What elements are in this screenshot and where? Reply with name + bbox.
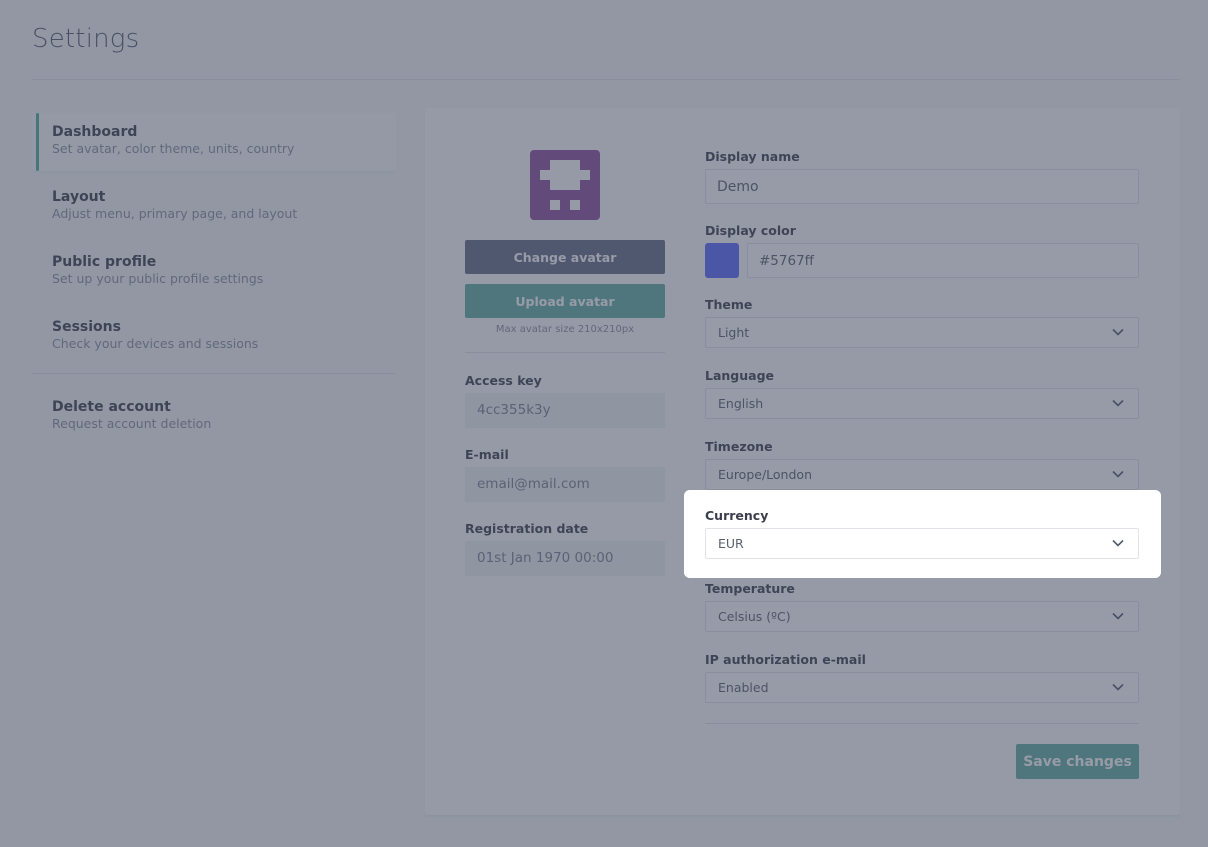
change-avatar-button[interactable]: Change avatar (465, 240, 665, 274)
temperature-select-value: Celsius (ºC) (718, 609, 791, 624)
email-label: E-mail (465, 447, 509, 462)
timezone-select[interactable]: Europe/London (705, 459, 1139, 490)
registration-date-field[interactable]: 01st Jan 1970 00:00 (465, 541, 665, 576)
sidebar-item-description: Set avatar, color theme, units, country (52, 141, 295, 156)
chevron-down-icon (1112, 683, 1124, 691)
avatar-size-hint: Max avatar size 210x210px (495, 324, 635, 335)
ip-auth-select-value: Enabled (718, 680, 769, 695)
timezone-label: Timezone (705, 439, 773, 454)
color-swatch[interactable] (705, 243, 739, 278)
upload-avatar-button[interactable]: Upload avatar (465, 284, 665, 318)
theme-label: Theme (705, 297, 753, 312)
language-select-value: English (718, 396, 764, 411)
sidebar-item-description: Adjust menu, primary page, and layout (52, 206, 298, 221)
temperature-label: Temperature (705, 581, 795, 596)
language-select[interactable]: English (705, 388, 1139, 419)
save-changes-button[interactable]: Save changes (1016, 744, 1139, 779)
sidebar-item-public-profile[interactable]: Public profile Set up your public profil… (32, 243, 396, 301)
sidebar-item-label: Dashboard (52, 124, 138, 140)
chevron-down-icon (1112, 612, 1124, 620)
language-label: Language (705, 368, 775, 383)
display-name-label: Display name (705, 149, 800, 164)
registration-date-label: Registration date (465, 521, 589, 536)
ip-auth-label: IP authorization e-mail (705, 652, 866, 667)
timezone-select-value: Europe/London (718, 467, 812, 482)
chevron-down-icon (1112, 539, 1124, 547)
settings-card: Change avatar Upload avatar Max avatar s… (425, 108, 1180, 815)
display-color-input[interactable] (747, 243, 1139, 278)
sidebar-item-sessions[interactable]: Sessions Check your devices and sessions (32, 308, 396, 366)
settings-page: Settings Dashboard Set avatar, color the… (0, 0, 1208, 847)
sidebar-item-label: Layout (52, 189, 106, 205)
profile-column: Change avatar Upload avatar Max avatar s… (465, 150, 665, 595)
sidebar-item-dashboard[interactable]: Dashboard Set avatar, color theme, units… (32, 113, 396, 171)
display-name-input[interactable] (705, 169, 1139, 204)
chevron-down-icon (1112, 470, 1124, 478)
currency-spotlight: Currency EUR (684, 490, 1161, 578)
sidebar-item-label: Delete account (52, 399, 171, 415)
email-field[interactable]: email@mail.com (465, 467, 665, 502)
sidebar-item-label: Sessions (52, 319, 121, 335)
theme-select[interactable]: Light (705, 317, 1139, 348)
sidebar-item-label: Public profile (52, 254, 157, 270)
display-color-label: Display color (705, 223, 796, 238)
access-key-field[interactable]: 4cc355k3y (465, 393, 665, 428)
settings-sidebar: Dashboard Set avatar, color theme, units… (32, 113, 396, 453)
access-key-label: Access key (465, 373, 542, 388)
form-divider (705, 723, 1139, 724)
sidebar-item-delete-account[interactable]: Delete account Request account deletion (32, 388, 396, 446)
temperature-select[interactable]: Celsius (ºC) (705, 601, 1139, 632)
display-color-row (705, 243, 1139, 278)
title-divider (32, 79, 1180, 80)
chevron-down-icon (1112, 399, 1124, 407)
save-row: Save changes (705, 744, 1139, 779)
profile-divider (465, 352, 665, 353)
chevron-down-icon (1112, 328, 1124, 336)
page-title: Settings (32, 24, 140, 54)
pixel-avatar-icon (530, 150, 600, 220)
theme-select-value: Light (718, 325, 750, 340)
currency-label: Currency (705, 508, 769, 523)
settings-form: Display name Display color Theme Light L… (705, 149, 1139, 779)
sidebar-item-description: Request account deletion (52, 416, 212, 431)
sidebar-item-description: Set up your public profile settings (52, 271, 264, 286)
sidebar-divider (32, 373, 396, 374)
currency-select[interactable]: EUR (705, 528, 1139, 559)
sidebar-item-description: Check your devices and sessions (52, 336, 259, 351)
ip-auth-select[interactable]: Enabled (705, 672, 1139, 703)
sidebar-item-layout[interactable]: Layout Adjust menu, primary page, and la… (32, 178, 396, 236)
currency-select-value: EUR (718, 536, 744, 551)
